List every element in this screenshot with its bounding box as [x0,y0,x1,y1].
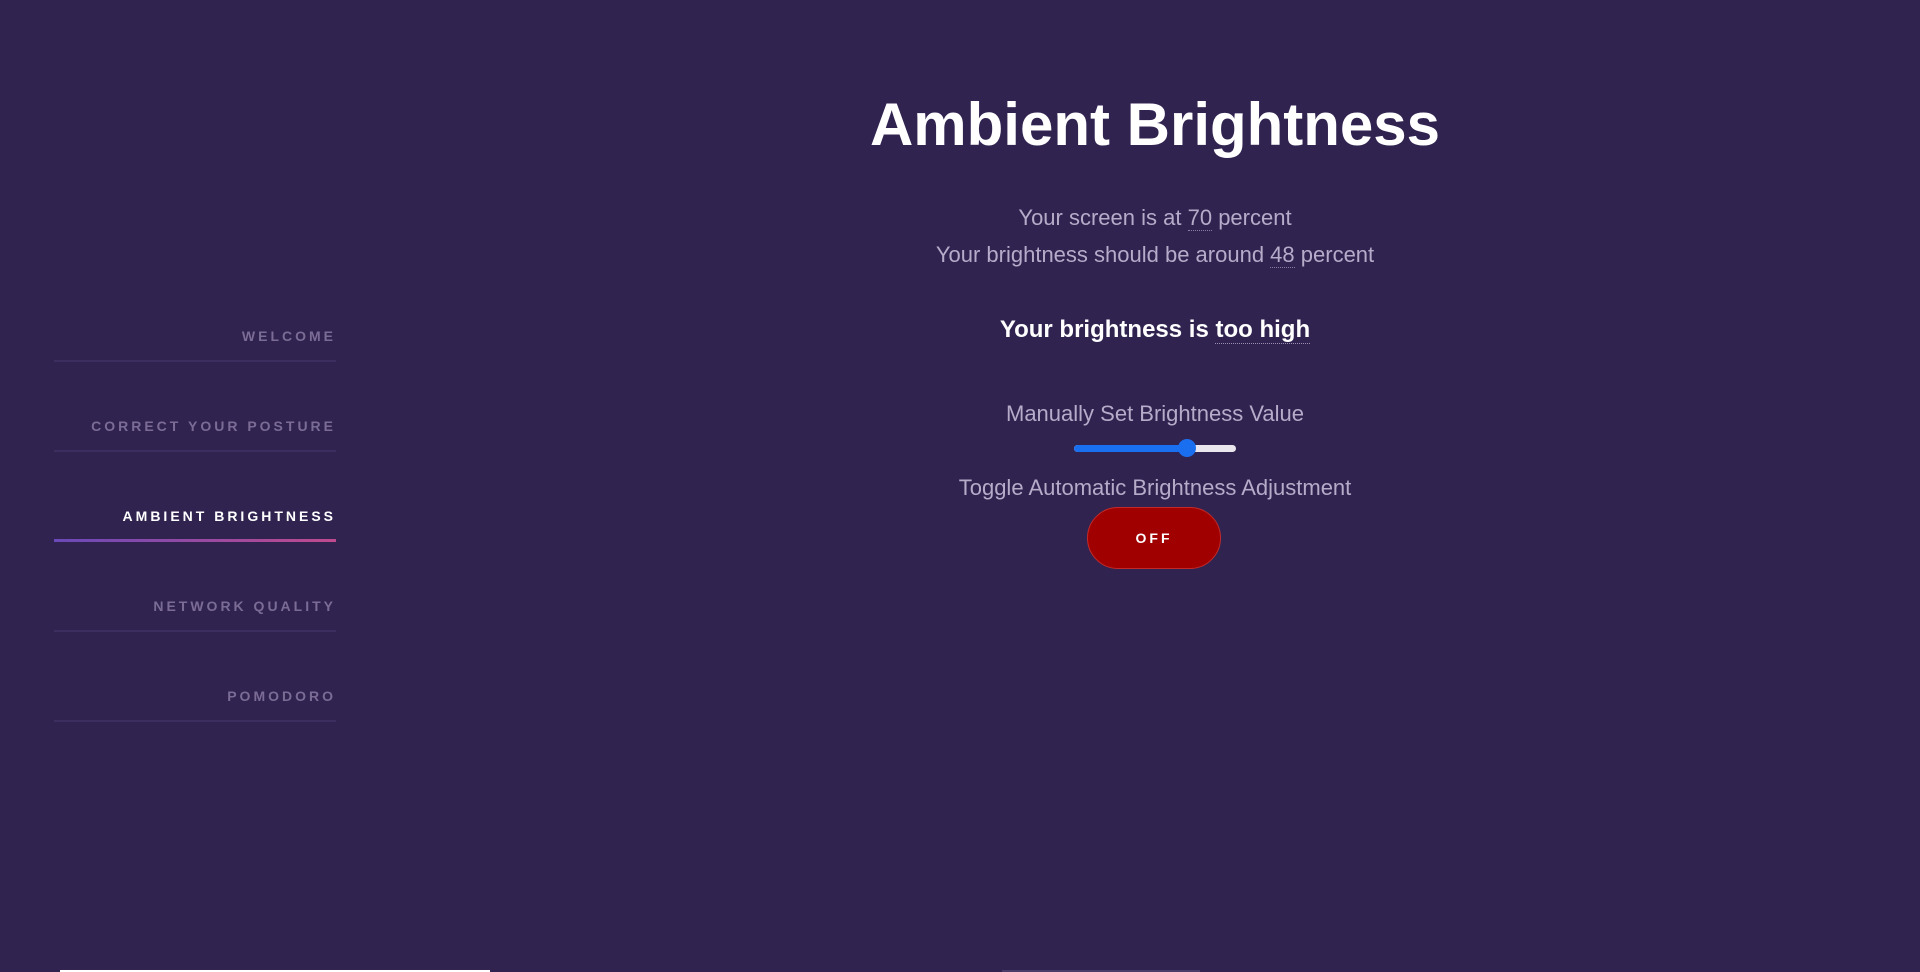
sidebar-item-label: NETWORK QUALITY [153,598,336,614]
app-root: WELCOME CORRECT YOUR POSTURE AMBIENT BRI… [0,0,1920,972]
suggested-brightness-line: Your brightness should be around 48 perc… [650,240,1660,270]
current-brightness-value: 70 [1187,205,1213,231]
brightness-status-value: too high [1215,316,1311,344]
sidebar-item-underline [54,720,336,722]
sidebar-nav: WELCOME CORRECT YOUR POSTURE AMBIENT BRI… [54,272,336,722]
current-brightness-prefix: Your screen is at [1018,205,1188,230]
sidebar-item-label: AMBIENT BRIGHTNESS [122,508,336,524]
suggested-brightness-value: 48 [1270,242,1295,268]
sidebar-item-correct-your-posture[interactable]: CORRECT YOUR POSTURE [54,362,336,452]
sidebar-item-label: POMODORO [227,688,336,704]
suggested-brightness-prefix: Your brightness should be around [935,242,1271,267]
slider-label: Manually Set Brightness Value [1006,401,1304,426]
sidebar-item-label: CORRECT YOUR POSTURE [91,418,336,434]
brightness-slider[interactable] [1074,439,1236,457]
sidebar-item-label: WELCOME [241,328,336,344]
current-brightness-suffix: percent [1212,205,1292,230]
suggested-brightness-suffix: percent [1294,242,1375,267]
sidebar-item-network-quality[interactable]: NETWORK QUALITY [54,542,336,632]
slider-thumb[interactable] [1178,439,1196,457]
auto-brightness-toggle-button[interactable]: OFF [1087,507,1221,569]
page-title: Ambient Brightness [869,91,1441,158]
brightness-status-line: Your brightness is too high [650,314,1660,346]
sidebar-item-ambient-brightness[interactable]: AMBIENT BRIGHTNESS [54,452,336,542]
brightness-status-prefix: Your brightness is [999,316,1216,343]
sidebar-item-pomodoro[interactable]: POMODORO [54,632,336,722]
toggle-label: Toggle Automatic Brightness Adjustment [958,475,1352,500]
sidebar-item-welcome[interactable]: WELCOME [54,272,336,362]
current-brightness-line: Your screen is at 70 percent [650,203,1660,233]
slider-fill [1074,445,1187,452]
